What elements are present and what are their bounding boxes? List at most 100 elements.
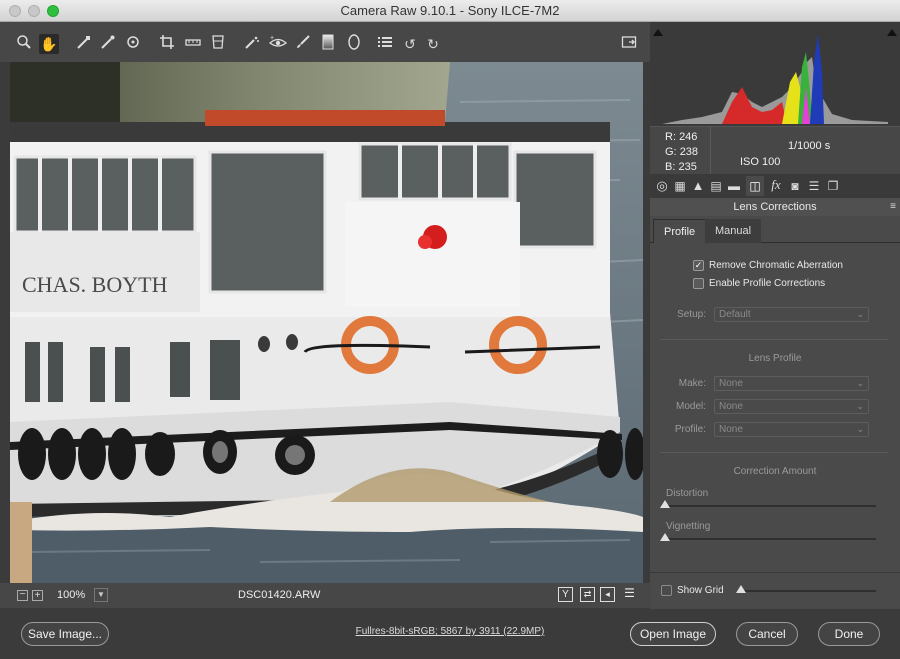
iso-value: ISO 100 — [740, 156, 781, 168]
tone-curve-icon[interactable]: ▦ — [672, 178, 688, 194]
done-button[interactable]: Done — [818, 622, 880, 646]
copy-settings-icon[interactable]: ◂ — [600, 587, 615, 602]
boat-name-text: CHAS. BOYTH — [22, 272, 168, 297]
remove-ca-checkbox[interactable]: ✓ — [693, 260, 704, 271]
r-value: 246 — [679, 131, 698, 143]
lens-corrections-icon[interactable]: ◫ — [746, 176, 764, 196]
cancel-button[interactable]: Cancel — [736, 622, 798, 646]
chevron-down-icon: ⌄ — [856, 378, 864, 388]
hand-icon[interactable]: ✋ — [39, 34, 59, 54]
footer: Save Image... Fullres-8bit-sRGB; 5867 by… — [0, 609, 900, 659]
straighten-icon[interactable] — [183, 34, 203, 54]
panel-tabs-icons: ◎ ▦ ▲ ▤ ▬ ◫ fx ◙ ☰ ❐ — [650, 174, 900, 198]
minimize-window-button[interactable] — [28, 5, 40, 17]
lens-profile-title: Lens Profile — [748, 353, 802, 364]
right-panel: R: 246 G: 238 B: 235 1/1000 s ISO 100 ◎ … — [650, 22, 900, 609]
zoom-out-button[interactable]: − — [17, 590, 28, 601]
model-select[interactable]: None ⌄ — [714, 399, 869, 414]
chevron-down-icon: ⌄ — [856, 424, 864, 434]
histogram-graph — [662, 34, 888, 124]
highlight-clipping-icon[interactable] — [887, 29, 897, 36]
full-screen-icon[interactable] — [619, 34, 639, 54]
image-preview[interactable]: CHAS. BOYTH — [10, 62, 643, 583]
model-label: Model: — [675, 401, 706, 412]
tab-manual[interactable]: Manual — [705, 219, 762, 243]
presets-icon[interactable]: ☰ — [806, 178, 822, 194]
svg-text:+: + — [270, 35, 274, 42]
zoom-window-button[interactable] — [47, 5, 59, 17]
grid-size-slider-track[interactable] — [738, 590, 876, 592]
close-window-button[interactable] — [9, 5, 21, 17]
open-image-button[interactable]: Open Image — [630, 622, 716, 646]
split-toning-icon[interactable]: ▬ — [726, 178, 742, 194]
profile-label: Profile: — [674, 424, 706, 435]
spot-removal-icon[interactable] — [242, 34, 262, 54]
chevron-down-icon: ⌄ — [856, 401, 864, 411]
model-value: None — [719, 401, 743, 412]
setup-value: Default — [719, 309, 751, 320]
red-eye-icon[interactable]: + — [268, 34, 288, 54]
effects-icon[interactable]: fx — [768, 177, 784, 193]
distortion-label: Distortion — [666, 488, 709, 499]
camera-calibration-icon[interactable]: ◙ — [787, 178, 803, 194]
setup-label: Setup: — [677, 309, 706, 320]
rotate-left-icon[interactable]: ↺ — [400, 34, 420, 54]
boat-photo: CHAS. BOYTH — [10, 62, 643, 583]
divider — [660, 452, 888, 453]
preferences-icon[interactable] — [375, 34, 395, 54]
zoom-dropdown-button[interactable]: ▼ — [94, 588, 108, 602]
zoom-icon[interactable] — [14, 34, 34, 54]
r-label: R: — [665, 131, 676, 143]
detail-icon[interactable]: ▲ — [690, 178, 706, 194]
make-select[interactable]: None ⌄ — [714, 376, 869, 391]
enable-profile-label: Enable Profile Corrections — [709, 278, 826, 289]
transform-icon[interactable] — [208, 34, 228, 54]
targeted-adjustment-icon[interactable] — [123, 34, 143, 54]
zoom-in-button[interactable]: + — [32, 590, 43, 601]
toggle-settings-icon[interactable]: ☰ — [622, 587, 637, 602]
histogram — [650, 22, 900, 126]
panel-title: Lens Corrections ≡ — [650, 198, 900, 216]
setup-select[interactable]: Default ⌄ — [714, 307, 869, 322]
graduated-filter-icon[interactable] — [318, 34, 338, 54]
vignetting-label: Vignetting — [666, 521, 711, 532]
b-label: B: — [665, 161, 676, 173]
make-label: Make: — [678, 378, 706, 389]
title-bar: Camera Raw 9.10.1 - Sony ILCE-7M2 — [0, 0, 900, 22]
g-value: 238 — [679, 146, 699, 158]
radial-filter-icon[interactable] — [344, 34, 364, 54]
enable-profile-checkbox[interactable] — [693, 278, 704, 289]
distortion-slider-track[interactable] — [664, 505, 876, 507]
basic-panel-icon[interactable]: ◎ — [654, 178, 670, 194]
profile-select[interactable]: None ⌄ — [714, 422, 869, 437]
grid-size-slider-thumb[interactable] — [736, 585, 746, 593]
panel-menu-icon[interactable]: ≡ — [890, 198, 896, 216]
tab-profile[interactable]: Profile — [653, 219, 707, 243]
snapshots-icon[interactable]: ❐ — [825, 178, 841, 194]
swap-settings-icon[interactable]: ⇄ — [580, 587, 595, 602]
file-name: DSC01420.ARW — [238, 589, 321, 601]
white-balance-icon[interactable] — [74, 34, 94, 54]
color-sampler-icon[interactable] — [98, 34, 118, 54]
vignetting-slider-thumb[interactable] — [660, 533, 670, 541]
zoom-level[interactable]: 100% — [57, 589, 85, 601]
vignetting-slider-track[interactable] — [664, 538, 876, 540]
distortion-slider-thumb[interactable] — [660, 500, 670, 508]
toolbar: ✋ + ↺ ↻ — [0, 22, 650, 62]
adjustment-brush-icon[interactable] — [293, 34, 313, 54]
rotate-right-icon[interactable]: ↻ — [423, 34, 443, 54]
lens-tabs: Profile Manual — [650, 217, 900, 243]
hsl-icon[interactable]: ▤ — [708, 178, 724, 194]
make-value: None — [719, 378, 743, 389]
rgb-readout: R: 246 G: 238 B: 235 1/1000 s ISO 100 — [650, 126, 900, 175]
crop-icon[interactable] — [157, 34, 177, 54]
remove-ca-label: Remove Chromatic Aberration — [709, 260, 843, 271]
show-grid-checkbox[interactable] — [661, 585, 672, 596]
divider — [660, 339, 888, 340]
before-after-view-icon[interactable]: Y — [558, 587, 573, 602]
profile-value: None — [719, 424, 743, 435]
b-value: 235 — [678, 161, 697, 173]
g-label: G: — [665, 146, 677, 158]
preview-status-bar: − + 100% ▼ DSC01420.ARW Y ⇄ ◂ ☰ — [0, 583, 650, 608]
panel-title-text: Lens Corrections — [733, 201, 817, 213]
